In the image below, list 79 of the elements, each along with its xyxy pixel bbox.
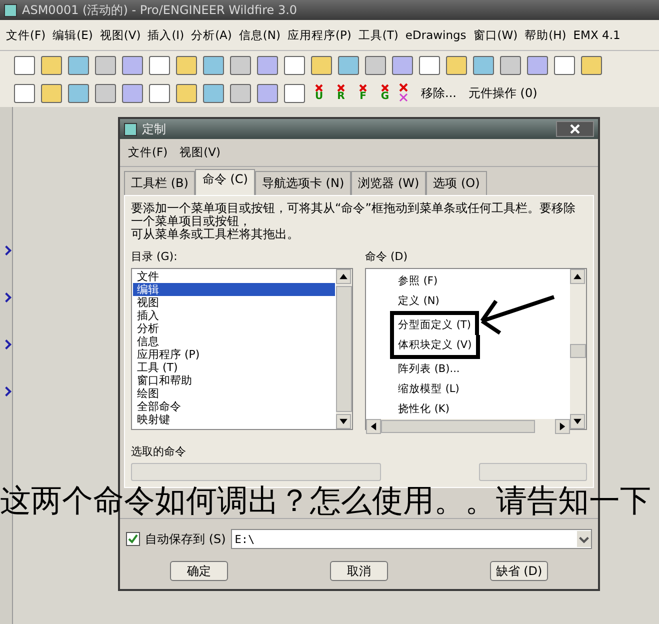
cross-icon — [337, 84, 345, 92]
instruction-text: 要添加一个菜单项目或按钮，可将其从“命令”框拖动到菜单条或任何工具栏。要移除一个菜单项目或按钮， — [131, 202, 576, 228]
app-icon — [4, 4, 17, 16]
close-icon — [570, 124, 580, 134]
window-title: ASM0001 (活动的) - Pro/ENGINEER Wildfire 3.0 — [22, 2, 298, 18]
menu-item[interactable]: eDrawings — [405, 28, 466, 42]
menu-item[interactable]: 窗口(W) — [473, 28, 518, 42]
dialog-icon — [124, 122, 137, 136]
remove-marker-button[interactable]: G — [377, 84, 393, 102]
tab[interactable]: 浏览器 (W) — [351, 171, 426, 195]
scrollbar[interactable] — [366, 419, 570, 434]
menu-item[interactable]: 信息(N) — [238, 28, 280, 42]
scrollbar[interactable] — [336, 269, 352, 429]
instruction-text: 可从菜单条或工具栏将其拖出。 — [131, 228, 300, 241]
list-item[interactable]: 绘图 — [133, 387, 335, 400]
scroll-right-icon[interactable] — [555, 419, 570, 434]
menu-item[interactable]: 帮助(H) — [524, 28, 566, 42]
selected-commands-label: 选取的命令 — [131, 444, 187, 459]
cross-icon — [359, 84, 367, 92]
menu-item[interactable]: 视图(V) — [180, 145, 220, 160]
list-item[interactable]: 工具 (T) — [133, 361, 335, 374]
tab[interactable]: 选项 (O) — [426, 171, 487, 195]
menu-item[interactable]: 文件(F) — [6, 28, 46, 42]
scroll-up-icon[interactable] — [570, 269, 585, 284]
command-item[interactable]: 缩放模型 (L) — [390, 379, 468, 399]
tab[interactable]: 工具栏 (B) — [124, 171, 196, 195]
cross-icon — [381, 84, 389, 92]
dropdown-icon[interactable] — [577, 531, 591, 547]
dialog-button[interactable]: 确定 — [170, 561, 228, 581]
list-item[interactable]: 全部命令 — [133, 400, 335, 413]
list-item[interactable]: 信息 — [133, 335, 335, 348]
remove-marker-button[interactable]: R — [333, 84, 349, 102]
menu-item[interactable]: EMX 4.1 — [573, 28, 620, 42]
menu-item[interactable]: 分析(A) — [191, 28, 232, 42]
scroll-thumb[interactable] — [570, 344, 586, 358]
tab[interactable]: 导航选项卡 (N) — [254, 171, 352, 195]
toolbar-button[interactable]: 移除... — [421, 84, 456, 102]
scroll-up-icon[interactable] — [336, 269, 351, 284]
scroll-thumb[interactable] — [381, 420, 535, 433]
checkbox[interactable] — [126, 532, 140, 546]
list-item[interactable]: 窗口和帮助 — [133, 374, 335, 387]
command-item[interactable]: 分型面定义 (T) — [390, 311, 479, 335]
scroll-down-icon[interactable] — [570, 414, 585, 429]
command-item[interactable]: 体积块定义 (V) — [390, 335, 480, 359]
commands-label: 命令 (D) — [365, 249, 409, 264]
remove-marker-button[interactable]: F — [355, 84, 371, 102]
menu-item[interactable]: 视图(V) — [100, 28, 141, 42]
list-item[interactable]: 视图 — [133, 296, 335, 309]
menu-item[interactable]: 文件(F) — [128, 145, 168, 160]
dialog-button[interactable]: 取消 — [330, 561, 388, 581]
scroll-thumb[interactable] — [336, 286, 352, 412]
menu-item[interactable]: 编辑(E) — [52, 28, 93, 42]
list-item[interactable]: 编辑 — [133, 283, 335, 296]
menu-item[interactable]: 应用程序(P) — [287, 28, 352, 42]
command-item[interactable]: 参照 (F) — [390, 271, 446, 291]
toolbar-button[interactable]: 元件操作 (0) — [468, 84, 538, 102]
list-item[interactable]: 分析 — [133, 322, 335, 335]
menu-item[interactable]: 插入(I) — [148, 28, 184, 42]
cross-icon — [315, 84, 323, 92]
path-field[interactable]: E:\ — [230, 529, 592, 549]
dialog-button[interactable]: 缺省 (D) — [490, 561, 548, 581]
remove-marker-button[interactable]: U — [311, 84, 327, 102]
dialog-title: 定制 — [142, 120, 166, 138]
cross-icon[interactable] — [399, 83, 409, 103]
list-item[interactable]: 插入 — [133, 309, 335, 322]
list-item[interactable]: 应用程序 (P) — [133, 348, 335, 361]
autosave-label: 自动保存到 (S) — [145, 530, 226, 548]
command-item[interactable]: 定义 (N) — [390, 291, 448, 311]
command-item[interactable]: 阵列表 (B)... — [390, 359, 468, 379]
menu-item[interactable]: 工具(T) — [358, 28, 398, 42]
categories-label: 目录 (G): — [131, 249, 178, 264]
close-button[interactable] — [556, 121, 594, 137]
list-item[interactable]: 文件 — [133, 270, 335, 283]
scrollbar[interactable] — [570, 269, 586, 429]
scroll-left-icon[interactable] — [366, 419, 381, 434]
list-item[interactable]: 映射键 — [133, 413, 335, 426]
command-item[interactable]: 挠性化 (K) — [390, 399, 458, 419]
scroll-down-icon[interactable] — [336, 414, 351, 429]
tab[interactable]: 命令 (C) — [195, 169, 255, 195]
